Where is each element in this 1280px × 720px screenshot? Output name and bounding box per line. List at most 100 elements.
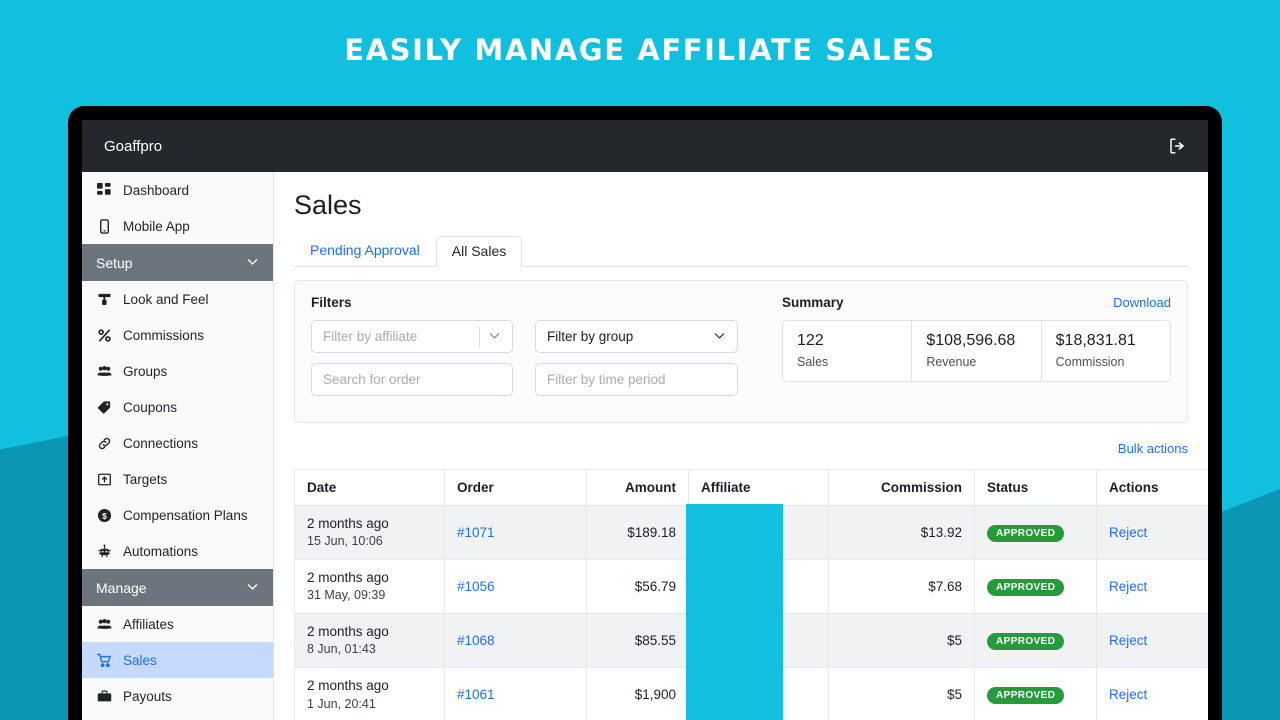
cell-date: 2 months ago 8 Jun, 01:43: [295, 614, 445, 668]
screenshot-stage: Easily manage affiliate sales Goaffpro: [0, 0, 1280, 720]
stat-value: 122: [797, 332, 897, 350]
page-title: Sales: [294, 190, 1188, 221]
cell-commission: $5: [829, 614, 975, 668]
target-box-icon: [96, 471, 112, 487]
search-for-order-input[interactable]: Search for order: [311, 363, 513, 396]
sidebar-item-look-and-feel[interactable]: Look and Feel: [82, 281, 273, 317]
order-link[interactable]: #1068: [457, 633, 495, 648]
sidebar-section-setup[interactable]: Setup: [82, 244, 273, 281]
sidebar-item-mobile-app[interactable]: Mobile App: [82, 208, 273, 244]
cell-status: Approved: [975, 614, 1097, 668]
filter-summary-card: Filters Filter by affiliate: [294, 280, 1188, 423]
date-relative: 2 months ago: [307, 569, 432, 587]
filter-by-time-period-input[interactable]: Filter by time period: [535, 363, 738, 396]
sidebar-item-label: Compensation Plans: [123, 508, 248, 523]
bulk-actions-link[interactable]: Bulk actions: [1118, 441, 1188, 456]
order-link[interactable]: #1056: [457, 579, 495, 594]
date-exact: 1 Jun, 20:41: [307, 696, 432, 713]
date-exact: 15 Jun, 10:06: [307, 533, 432, 550]
tab-all-sales[interactable]: All Sales: [436, 236, 522, 267]
order-link[interactable]: #1071: [457, 525, 495, 540]
sidebar-item-coupons[interactable]: Coupons: [82, 389, 273, 425]
sidebar-item-connections[interactable]: Connections: [82, 425, 273, 461]
date-relative: 2 months ago: [307, 677, 432, 695]
sidebar: Dashboard Mobile App Setup: [82, 172, 274, 720]
download-link[interactable]: Download: [1113, 295, 1171, 310]
cell-commission: $7.68: [829, 560, 975, 614]
app-body: Dashboard Mobile App Setup: [82, 172, 1208, 720]
cell-actions: Reject: [1097, 560, 1209, 614]
sidebar-item-label: Targets: [123, 472, 167, 487]
stat-sales: 122 Sales: [783, 321, 912, 381]
sidebar-item-affiliates[interactable]: Affiliates: [82, 606, 273, 642]
tab-pending-approval[interactable]: Pending Approval: [294, 235, 436, 266]
filter-by-time-period-placeholder: Filter by time period: [547, 372, 666, 387]
sidebar-item-groups[interactable]: Groups: [82, 353, 273, 389]
sidebar-item-sales[interactable]: Sales: [82, 642, 273, 678]
sidebar-item-targets[interactable]: Targets: [82, 461, 273, 497]
column-header-amount: Amount: [587, 470, 689, 506]
filters-row-2: Search for order Filter by time period: [311, 363, 766, 396]
chevron-down-icon: [713, 329, 726, 345]
logout-icon[interactable]: [1168, 137, 1186, 155]
stat-label: Commission: [1056, 355, 1156, 369]
chevron-down-icon: [246, 580, 259, 596]
filter-by-group-select[interactable]: Filter by group: [535, 320, 738, 353]
cell-status: Approved: [975, 668, 1097, 720]
order-link[interactable]: #1061: [457, 687, 495, 702]
chevron-down-icon: [246, 255, 259, 271]
column-header-status: Status: [975, 470, 1097, 506]
date-relative: 2 months ago: [307, 623, 432, 641]
date-exact: 8 Jun, 01:43: [307, 641, 432, 658]
dashboard-grid-icon: [96, 182, 112, 198]
date-exact: 31 May, 09:39: [307, 587, 432, 604]
table-header-row: Date Order Amount Affiliate Commission S…: [295, 470, 1209, 506]
reject-link[interactable]: Reject: [1109, 633, 1147, 648]
sidebar-item-automations[interactable]: Automations: [82, 533, 273, 569]
sidebar-section-manage[interactable]: Manage: [82, 569, 273, 606]
status-badge: Approved: [987, 687, 1064, 704]
sidebar-item-label: Dashboard: [123, 183, 189, 198]
sidebar-item-label: Coupons: [123, 400, 177, 415]
laptop-frame: Goaffpro Dashboard: [68, 106, 1222, 720]
sidebar-item-label: Affiliates: [123, 617, 174, 632]
sidebar-item-commissions[interactable]: Commissions: [82, 317, 273, 353]
link-chain-icon: [96, 435, 112, 451]
cell-amount: $1,900: [587, 668, 689, 720]
status-badge: Approved: [987, 633, 1064, 650]
date-relative: 2 months ago: [307, 515, 432, 533]
sidebar-item-label: Connections: [123, 436, 198, 451]
sidebar-item-dashboard[interactable]: Dashboard: [82, 172, 273, 208]
reject-link[interactable]: Reject: [1109, 687, 1147, 702]
reject-link[interactable]: Reject: [1109, 579, 1147, 594]
people-group-icon: [96, 363, 112, 379]
dollar-circle-icon: $: [96, 507, 112, 523]
summary-title: Summary: [782, 295, 844, 310]
promo-banner: Easily manage affiliate sales: [0, 0, 1280, 100]
filters-title: Filters: [311, 295, 766, 310]
summary-header: Summary Download: [782, 295, 1171, 320]
sidebar-item-label: Look and Feel: [123, 292, 209, 307]
cell-order: #1061: [445, 668, 587, 720]
cell-order: #1068: [445, 614, 587, 668]
sidebar-item-payouts[interactable]: Payouts: [82, 678, 273, 714]
sidebar-item-label: Automations: [123, 544, 198, 559]
cell-date: 2 months ago 31 May, 09:39: [295, 560, 445, 614]
stat-revenue: $108,596.68 Revenue: [912, 321, 1041, 381]
cell-amount: $85.55: [587, 614, 689, 668]
filter-by-affiliate-select[interactable]: Filter by affiliate: [311, 320, 513, 353]
affiliate-names-redaction-block: [686, 504, 783, 720]
sidebar-section-label: Setup: [96, 255, 133, 271]
sidebar-item-label: Groups: [123, 364, 167, 379]
cell-order: #1071: [445, 506, 587, 560]
mobile-phone-icon: [96, 218, 112, 234]
cell-order: #1056: [445, 560, 587, 614]
cell-date: 2 months ago 1 Jun, 20:41: [295, 668, 445, 720]
field-divider: [479, 327, 480, 347]
stat-label: Revenue: [926, 355, 1026, 369]
column-header-actions: Actions: [1097, 470, 1209, 506]
reject-link[interactable]: Reject: [1109, 525, 1147, 540]
app-topbar: Goaffpro: [82, 120, 1208, 172]
sidebar-item-compensation-plans[interactable]: $ Compensation Plans: [82, 497, 273, 533]
column-header-commission: Commission: [829, 470, 975, 506]
